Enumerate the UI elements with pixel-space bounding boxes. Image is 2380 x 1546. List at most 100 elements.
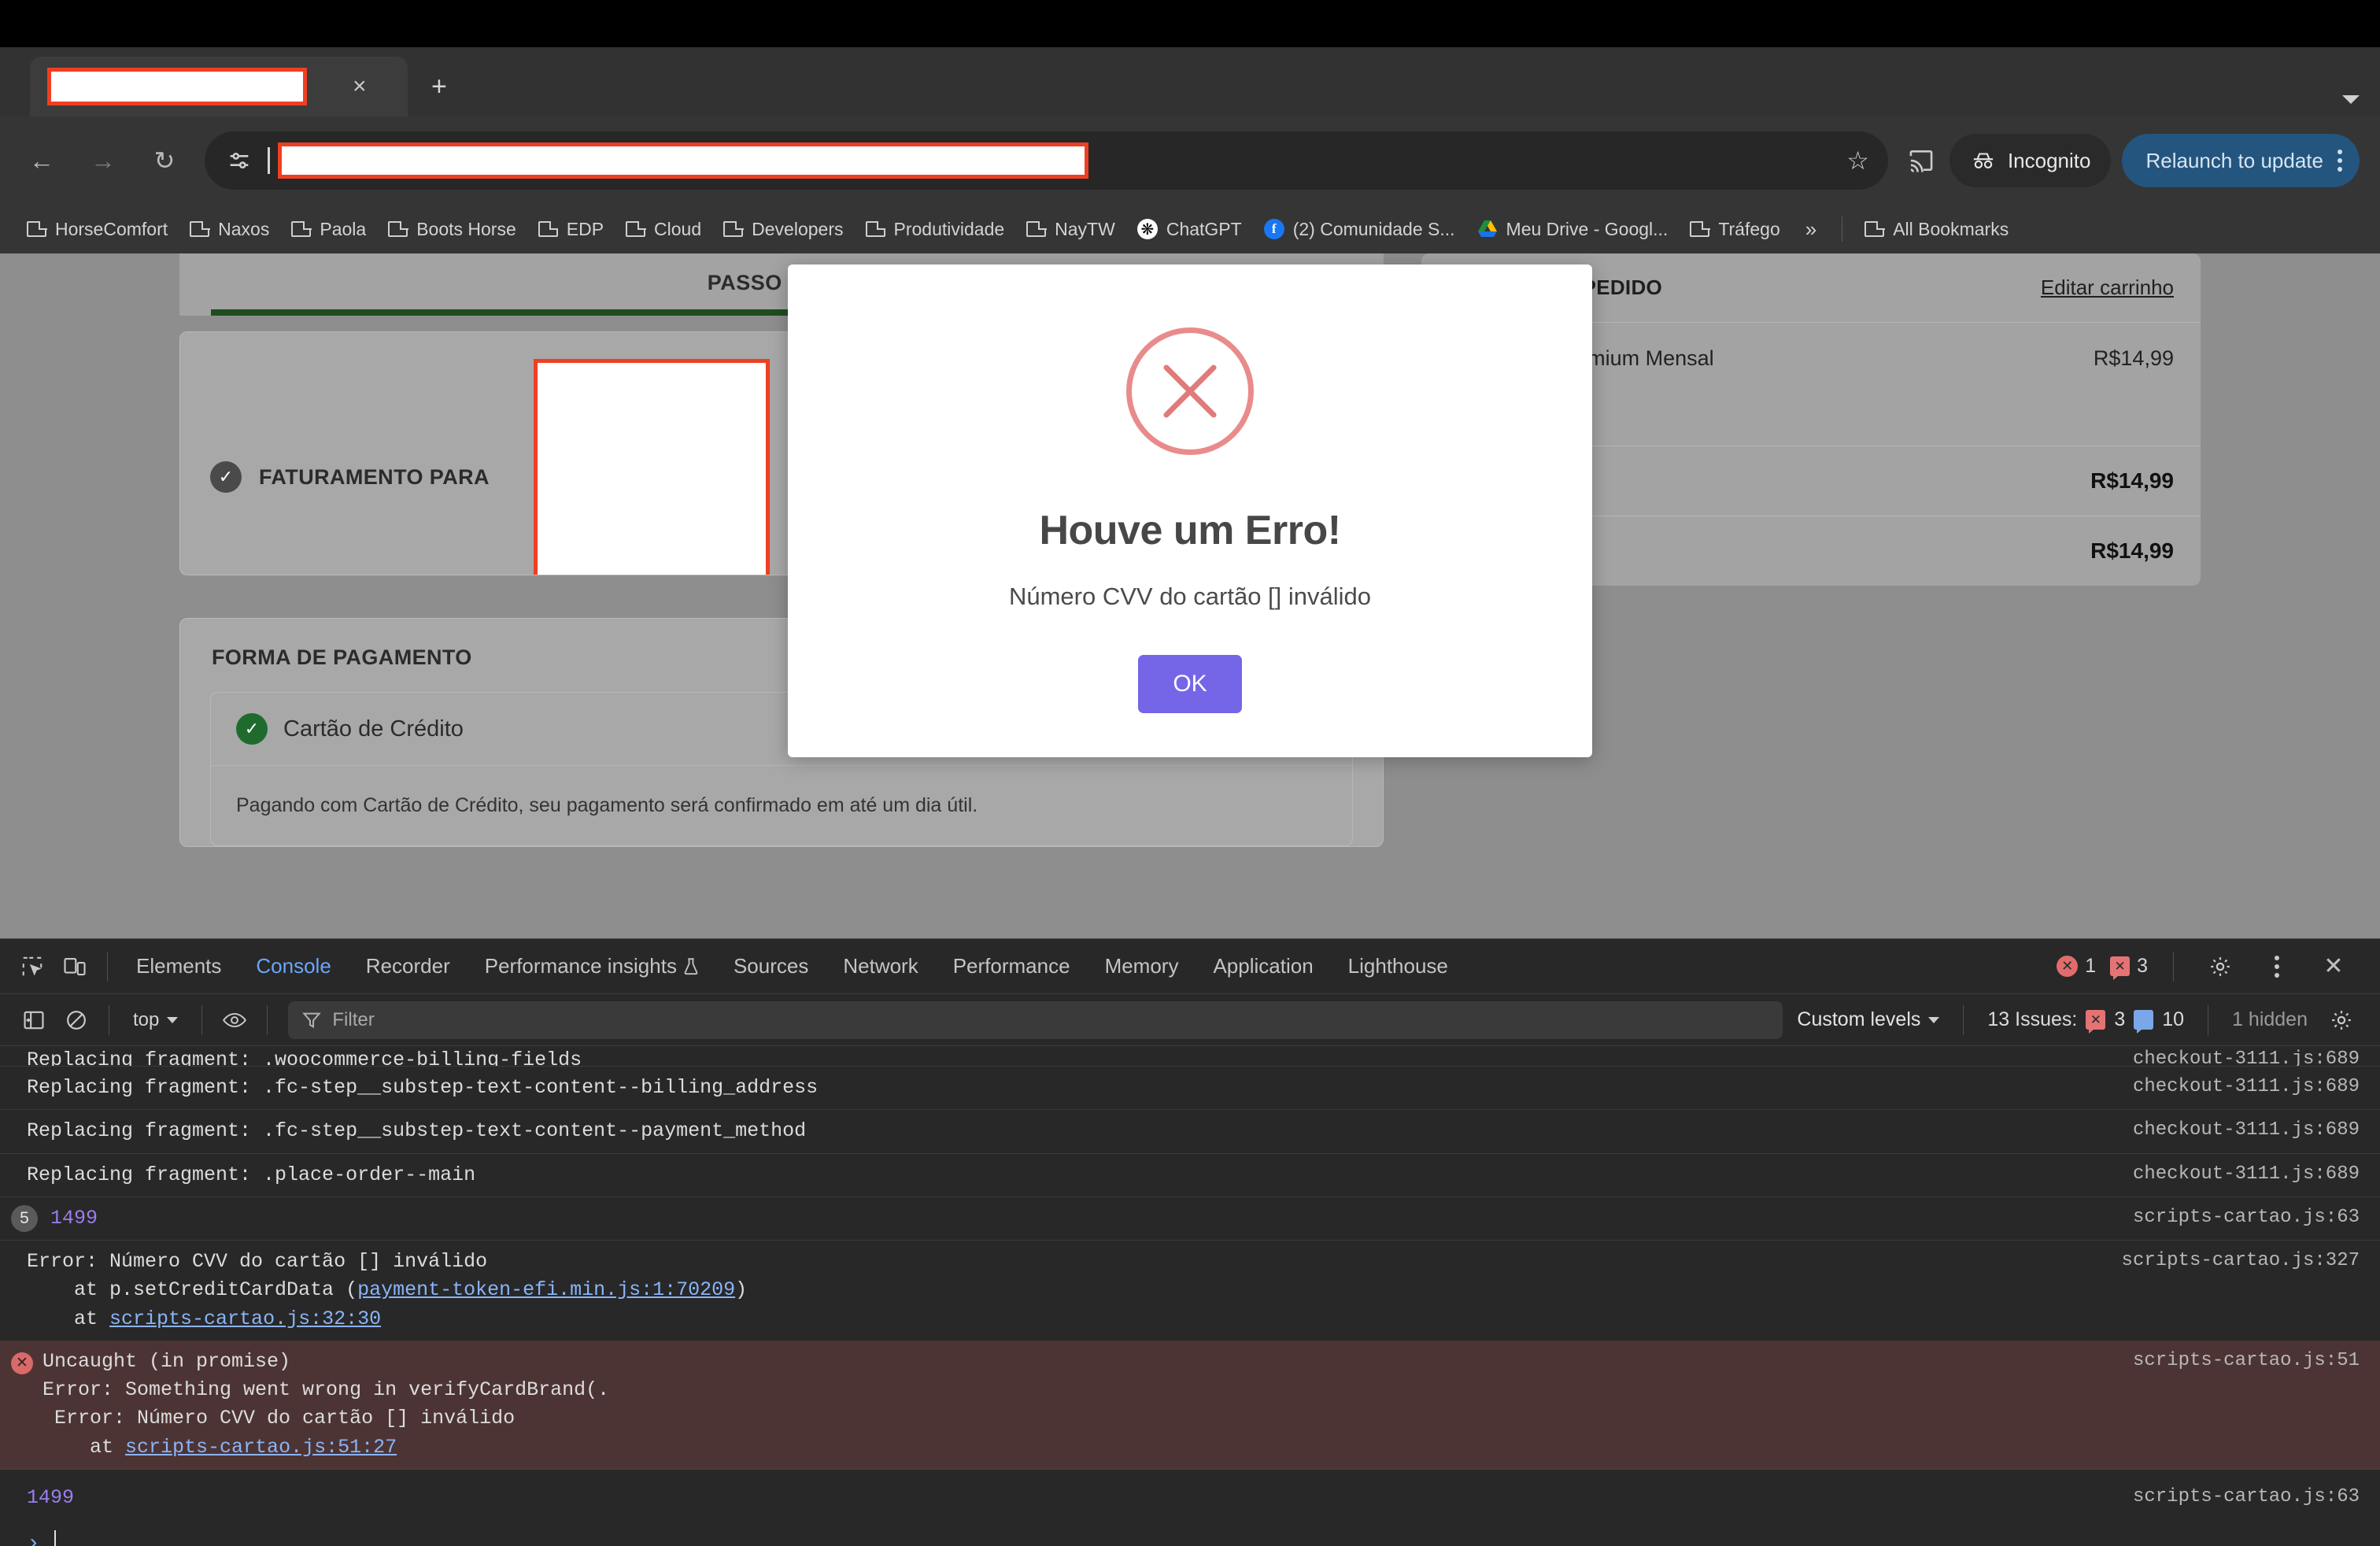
bookmark-naxos[interactable]: Naxos bbox=[180, 214, 279, 245]
console-row[interactable]: Replacing fragment: .fc-step__substep-te… bbox=[0, 1110, 2380, 1154]
tab-network[interactable]: Network bbox=[826, 939, 935, 994]
tab-close-icon[interactable]: × bbox=[353, 75, 367, 98]
warning-count-badge[interactable]: ✕ 3 bbox=[2110, 955, 2148, 980]
stack-link[interactable]: scripts-cartao.js:51:27 bbox=[125, 1436, 397, 1459]
bookmark-label: Meu Drive - Googl... bbox=[1506, 218, 1669, 239]
console-settings-gear-icon[interactable] bbox=[2320, 999, 2363, 1041]
bookmark-label: Cloud bbox=[654, 218, 702, 239]
stack-line-2-prefix: at p.setCreditCardData ( bbox=[27, 1278, 358, 1302]
bookmark-cloud[interactable]: Cloud bbox=[616, 214, 711, 245]
bookmark-label: EDP bbox=[566, 218, 604, 239]
console-levels-select[interactable]: Custom levels bbox=[1797, 1008, 1940, 1031]
os-title-bar bbox=[0, 0, 2380, 47]
inspect-element-icon[interactable] bbox=[11, 945, 54, 988]
back-icon[interactable]: ← bbox=[20, 139, 63, 182]
error-count-badge[interactable]: ✕ 1 bbox=[2057, 955, 2096, 978]
issue-info-icon bbox=[2134, 1010, 2154, 1034]
prompt-text-cursor bbox=[54, 1530, 56, 1546]
tab-memory[interactable]: Memory bbox=[1088, 939, 1196, 994]
console-source-link[interactable]: scripts-cartao.js:327 bbox=[2098, 1248, 2360, 1275]
clear-console-icon[interactable] bbox=[55, 999, 98, 1041]
console-message: Replacing fragment: .fc-step__substep-te… bbox=[27, 1119, 807, 1143]
bookmark-label: NayTW bbox=[1055, 218, 1115, 239]
console-row[interactable]: Replacing fragment: .woocommerce-billing… bbox=[0, 1046, 2380, 1067]
tab-elements[interactable]: Elements bbox=[119, 939, 238, 994]
console-source-link[interactable]: scripts-cartao.js:63 bbox=[2109, 1204, 2360, 1232]
edit-cart-link[interactable]: Editar carrinho bbox=[2041, 276, 2174, 300]
bookmark-edp[interactable]: EDP bbox=[529, 214, 613, 245]
console-message: Replacing fragment: .place-order--main bbox=[27, 1163, 476, 1186]
bookmark-horsecomfort[interactable]: HorseComfort bbox=[17, 214, 177, 245]
tab-recorder[interactable]: Recorder bbox=[349, 939, 468, 994]
tab-performance[interactable]: Performance bbox=[936, 939, 1088, 994]
modal-title: Houve um Erro! bbox=[1039, 508, 1341, 553]
console-error-row[interactable]: ✕ Uncaught (in promise) Error: Something … bbox=[0, 1340, 2380, 1470]
bookmark-naytw[interactable]: NayTW bbox=[1017, 214, 1125, 245]
console-sidebar-icon[interactable] bbox=[13, 999, 55, 1041]
folder-icon bbox=[626, 221, 646, 237]
bookmark-label: HorseComfort bbox=[55, 218, 168, 239]
forward-icon[interactable]: → bbox=[82, 139, 124, 182]
stack-link[interactable]: payment-token-efi.min.js:1:70209 bbox=[357, 1278, 735, 1301]
bookmark-boots-horse[interactable]: Boots Horse bbox=[379, 214, 526, 245]
bookmark-star-icon[interactable]: ☆ bbox=[1846, 146, 1869, 176]
console-row[interactable]: Error: Número CVV do cartão [] inválido … bbox=[0, 1241, 2380, 1341]
console-message: Error: Número CVV do cartão [] inválido … bbox=[27, 1248, 747, 1333]
address-bar[interactable]: ☆ bbox=[205, 131, 1888, 190]
bookmark-meu-drive[interactable]: Meu Drive - Googl... bbox=[1468, 214, 1678, 245]
bookmark-label: Boots Horse bbox=[416, 218, 516, 239]
error-line-1: Uncaught (in promise) bbox=[42, 1349, 291, 1373]
bookmarks-overflow-icon[interactable]: » bbox=[1793, 217, 1829, 242]
bookmark-paola[interactable]: Paola bbox=[282, 214, 375, 245]
console-context-select[interactable]: top bbox=[120, 1009, 190, 1031]
settings-gear-icon[interactable] bbox=[2199, 945, 2241, 988]
stack-link[interactable]: scripts-cartao.js:32:30 bbox=[109, 1307, 381, 1330]
tab-application[interactable]: Application bbox=[1196, 939, 1330, 994]
console-message: Replacing fragment: .fc-step__substep-te… bbox=[27, 1076, 819, 1099]
site-settings-icon[interactable] bbox=[217, 139, 261, 183]
devtools-more-icon[interactable] bbox=[2256, 945, 2298, 988]
browser-tab[interactable]: × bbox=[30, 57, 408, 117]
all-bookmarks-button[interactable]: All Bookmarks bbox=[1855, 214, 2018, 245]
console-row[interactable]: Replacing fragment: .fc-step__substep-te… bbox=[0, 1067, 2380, 1111]
check-icon: ✓ bbox=[210, 461, 242, 493]
console-message-list[interactable]: Replacing fragment: .woocommerce-billing… bbox=[0, 1046, 2380, 1546]
chrome-menu-icon[interactable] bbox=[2338, 150, 2342, 172]
bookmark-chatgpt[interactable]: ❋ ChatGPT bbox=[1128, 214, 1251, 245]
tabstrip-chevron-down-icon[interactable] bbox=[2342, 95, 2360, 104]
console-source-link[interactable]: checkout-3111.js:689 bbox=[2109, 1117, 2360, 1145]
console-row[interactable]: 5 1499 scripts-cartao.js:63 bbox=[0, 1197, 2380, 1241]
filter-placeholder: Filter bbox=[332, 1008, 375, 1030]
tab-console[interactable]: Console bbox=[238, 939, 348, 994]
console-source-link[interactable]: checkout-3111.js:689 bbox=[2109, 1161, 2360, 1189]
issues-label: 13 Issues: bbox=[1987, 1008, 2078, 1030]
console-source-link[interactable]: checkout-3111.js:689 bbox=[2109, 1046, 2360, 1066]
console-source-link[interactable]: scripts-cartao.js:63 bbox=[2109, 1484, 2360, 1511]
device-toolbar-icon[interactable] bbox=[54, 945, 96, 988]
bookmark-trafego[interactable]: Tráfego bbox=[1680, 214, 1789, 245]
tab-lighthouse[interactable]: Lighthouse bbox=[1331, 939, 1465, 994]
console-row[interactable]: 1499 scripts-cartao.js:63 bbox=[0, 1470, 2380, 1519]
console-source-link[interactable]: checkout-3111.js:689 bbox=[2109, 1074, 2360, 1101]
tab-label: Performance insights bbox=[484, 954, 677, 978]
tab-performance-insights[interactable]: Performance insights bbox=[468, 939, 716, 994]
url-text-cursor bbox=[268, 147, 270, 174]
devtools-close-icon[interactable]: ✕ bbox=[2312, 945, 2355, 988]
console-source-link[interactable]: scripts-cartao.js:51 bbox=[2109, 1348, 2360, 1375]
reload-icon[interactable]: ↻ bbox=[143, 139, 186, 182]
bookmark-label: Produtividade bbox=[893, 218, 1005, 239]
relaunch-to-update-button[interactable]: Relaunch to update bbox=[2122, 134, 2360, 187]
cast-icon[interactable] bbox=[1901, 140, 1942, 181]
console-filter-input[interactable]: Filter bbox=[288, 1000, 1783, 1039]
console-row[interactable]: Replacing fragment: .place-order--main c… bbox=[0, 1154, 2380, 1197]
issues-summary[interactable]: 13 Issues: ✕ 3 10 bbox=[1987, 1008, 2184, 1034]
tab-sources[interactable]: Sources bbox=[716, 939, 826, 994]
new-tab-button[interactable]: + bbox=[431, 72, 447, 102]
bookmark-comunidade[interactable]: f (2) Comunidade S... bbox=[1255, 214, 1465, 245]
incognito-indicator[interactable]: Incognito bbox=[1949, 134, 2112, 187]
bookmark-produtividade[interactable]: Produtividade bbox=[856, 214, 1014, 245]
live-expression-eye-icon[interactable] bbox=[213, 999, 256, 1041]
modal-ok-button[interactable]: OK bbox=[1138, 655, 1242, 713]
console-prompt[interactable]: › bbox=[0, 1519, 2380, 1546]
bookmark-developers[interactable]: Developers bbox=[714, 214, 852, 245]
